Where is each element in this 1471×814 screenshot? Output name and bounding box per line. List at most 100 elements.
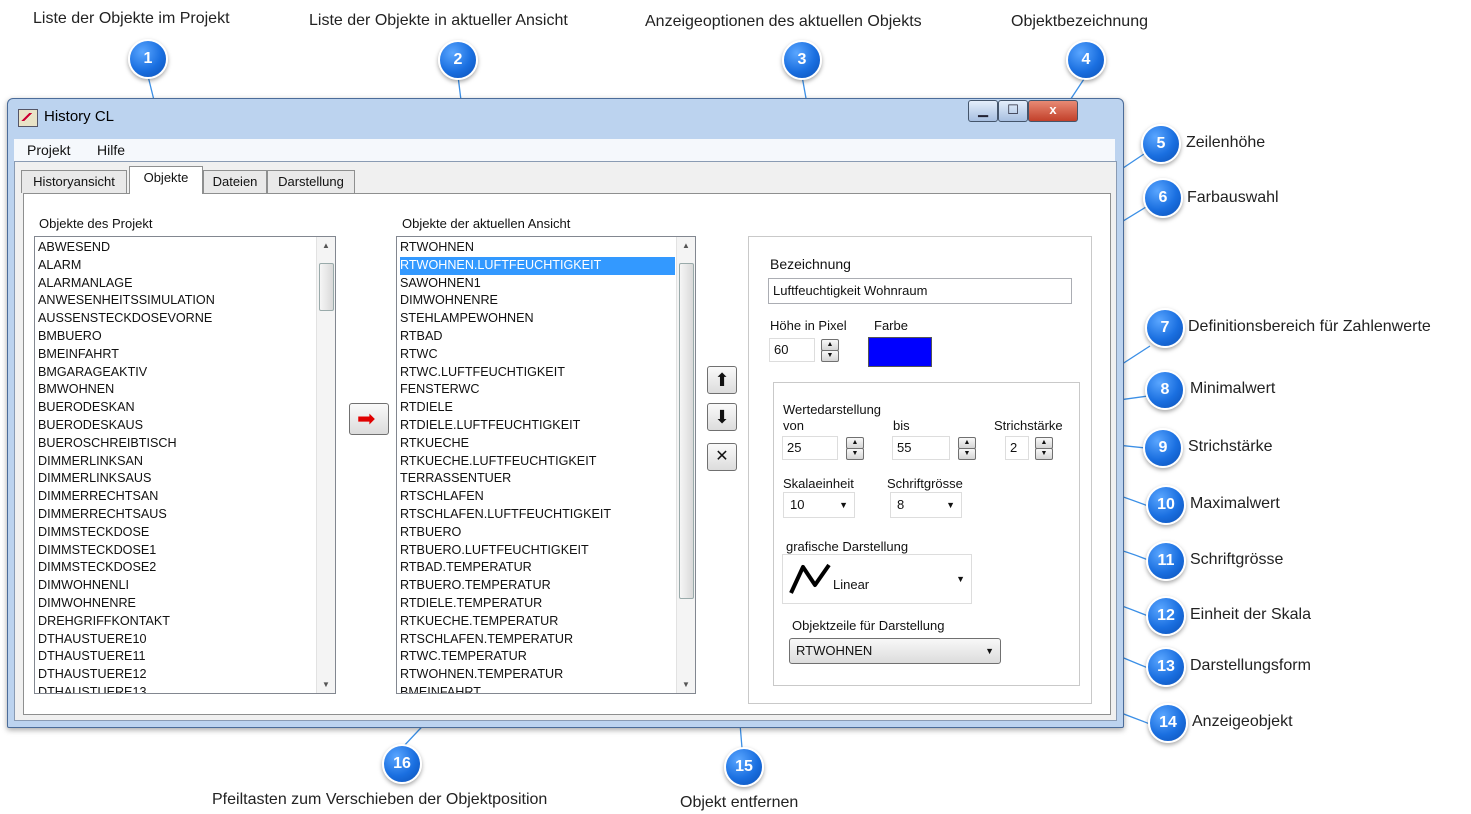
- list-item[interactable]: TERRASSENTUER: [400, 470, 675, 488]
- move-up-button[interactable]: ⬆: [707, 366, 737, 394]
- scroll-thumb[interactable]: [679, 263, 694, 599]
- strich-spinner[interactable]: ▲ ▼: [1035, 437, 1053, 460]
- spin-down-icon[interactable]: ▼: [821, 350, 839, 362]
- list-item[interactable]: RTWOHNEN: [400, 239, 675, 257]
- grafisch-select[interactable]: Linear ▼: [782, 554, 972, 604]
- list-item[interactable]: DIMMERLINKSAN: [38, 453, 315, 471]
- view-objects-items: RTWOHNEN RTWOHNEN.LUFTFEUCHTIGKEIT SAWOHNE…: [400, 239, 675, 693]
- list-item[interactable]: RTWC: [400, 346, 675, 364]
- list-item[interactable]: AUSSENSTECKDOSEVORNE: [38, 310, 315, 328]
- spin-down-icon[interactable]: ▼: [958, 448, 976, 460]
- list-item[interactable]: DREHGRIFFKONTAKT: [38, 613, 315, 631]
- list-item[interactable]: RTDIELE.TEMPERATUR: [400, 595, 675, 613]
- minimize-button[interactable]: ▁: [968, 100, 998, 122]
- objektzeile-select[interactable]: RTWOHNEN ▼: [789, 638, 1001, 664]
- list-item[interactable]: BMEINFAHRT: [38, 346, 315, 364]
- list-item[interactable]: DIMMERLINKSAUS: [38, 470, 315, 488]
- list-item[interactable]: RTBUERO.TEMPERATUR: [400, 577, 675, 595]
- close-button[interactable]: x: [1028, 100, 1078, 122]
- hoehe-input[interactable]: 60: [769, 338, 815, 362]
- list-item[interactable]: BMGARAGEAKTIV: [38, 364, 315, 382]
- list-item[interactable]: DIMMERRECHTSAUS: [38, 506, 315, 524]
- hoehe-spinner[interactable]: ▲ ▼: [821, 339, 839, 362]
- list-item[interactable]: RTSCHLAFEN: [400, 488, 675, 506]
- scroll-thumb[interactable]: [319, 263, 334, 311]
- spin-down-icon[interactable]: ▼: [1035, 448, 1053, 460]
- bis-spinner[interactable]: ▲ ▼: [958, 437, 976, 460]
- skala-select[interactable]: 10 ▼: [783, 492, 855, 518]
- list-item[interactable]: FENSTERWC: [400, 381, 675, 399]
- list-item[interactable]: RTDIELE.LUFTFEUCHTIGKEIT: [400, 417, 675, 435]
- scroll-up-icon[interactable]: ▲: [677, 237, 695, 254]
- right-list-scrollbar[interactable]: ▲ ▼: [676, 237, 695, 693]
- list-item[interactable]: RTWC.TEMPERATUR: [400, 648, 675, 666]
- list-item[interactable]: DIMMSTECKDOSE1: [38, 542, 315, 560]
- scroll-down-icon[interactable]: ▼: [317, 676, 335, 693]
- scroll-up-icon[interactable]: ▲: [317, 237, 335, 254]
- list-item[interactable]: STEHLAMPEWOHNEN: [400, 310, 675, 328]
- list-item[interactable]: BUEROSCHREIBTISCH: [38, 435, 315, 453]
- list-item[interactable]: RTKUECHE: [400, 435, 675, 453]
- spin-down-icon[interactable]: ▼: [846, 448, 864, 460]
- left-list-scrollbar[interactable]: ▲ ▼: [316, 237, 335, 693]
- list-item[interactable]: BMWOHNEN: [38, 381, 315, 399]
- tab-darstellung[interactable]: Darstellung: [267, 170, 355, 193]
- list-item[interactable]: DIMMSTECKDOSE: [38, 524, 315, 542]
- color-swatch[interactable]: [868, 337, 932, 367]
- list-item[interactable]: RTBUERO.LUFTFEUCHTIGKEIT: [400, 542, 675, 560]
- bezeichnung-input[interactable]: Luftfeuchtigkeit Wohnraum: [768, 278, 1072, 304]
- list-item[interactable]: BUERODESKAN: [38, 399, 315, 417]
- list-item[interactable]: SAWOHNEN1: [400, 275, 675, 293]
- menu-projekt[interactable]: Projekt: [27, 142, 71, 158]
- list-item[interactable]: RTBAD: [400, 328, 675, 346]
- tab-objekte[interactable]: Objekte: [129, 166, 203, 194]
- remove-object-button[interactable]: ✕: [707, 443, 737, 471]
- list-item[interactable]: DTHAUSTUERE10: [38, 631, 315, 649]
- list-item[interactable]: BMBUERO: [38, 328, 315, 346]
- list-item[interactable]: DIMMSTECKDOSE2: [38, 559, 315, 577]
- list-item[interactable]: RTSCHLAFEN.LUFTFEUCHTIGKEIT: [400, 506, 675, 524]
- list-item[interactable]: ABWESEND: [38, 239, 315, 257]
- list-item[interactable]: BUERODESKAUS: [38, 417, 315, 435]
- project-objects-list[interactable]: ABWESEND ALARM ALARMANLAGE ANWESENHEITSSIMU…: [34, 236, 336, 694]
- bis-input[interactable]: 55: [892, 436, 950, 460]
- list-item[interactable]: DIMWOHNENLI: [38, 577, 315, 595]
- list-item[interactable]: RTWOHNEN.LUFTFEUCHTIGKEIT: [400, 256, 675, 275]
- callout-13-badge: 13: [1146, 647, 1186, 687]
- list-item[interactable]: BMEINFAHRT: [400, 684, 675, 693]
- list-item[interactable]: DIMWOHNENRE: [38, 595, 315, 613]
- list-item[interactable]: ALARMANLAGE: [38, 275, 315, 293]
- menu-hilfe[interactable]: Hilfe: [97, 142, 125, 158]
- list-item[interactable]: RTBUERO: [400, 524, 675, 542]
- list-item[interactable]: RTSCHLAFEN.TEMPERATUR: [400, 631, 675, 649]
- von-input[interactable]: 25: [782, 436, 838, 460]
- list-item[interactable]: RTWC.LUFTFEUCHTIGKEIT: [400, 364, 675, 382]
- arrow-up-icon: ⬆: [714, 370, 730, 390]
- move-down-button[interactable]: ⬇: [707, 403, 737, 431]
- von-spinner[interactable]: ▲ ▼: [846, 437, 864, 460]
- callout-10-text: Maximalwert: [1190, 495, 1280, 512]
- chevron-down-icon: ▼: [956, 574, 965, 584]
- list-item[interactable]: ALARM: [38, 257, 315, 275]
- tab-dateien[interactable]: Dateien: [203, 170, 267, 193]
- list-item[interactable]: RTWOHNEN.TEMPERATUR: [400, 666, 675, 684]
- list-item[interactable]: RTDIELE: [400, 399, 675, 417]
- list-item[interactable]: DTHAUSTUERE13: [38, 684, 315, 693]
- list-item[interactable]: DIMWOHNENRE: [400, 292, 675, 310]
- list-item[interactable]: RTBAD.TEMPERATUR: [400, 559, 675, 577]
- add-to-view-button[interactable]: ➡: [349, 403, 389, 435]
- schrift-select[interactable]: 8 ▼: [890, 492, 962, 518]
- list-item[interactable]: DTHAUSTUERE12: [38, 666, 315, 684]
- list-item[interactable]: ANWESENHEITSSIMULATION: [38, 292, 315, 310]
- strich-input[interactable]: 2: [1005, 436, 1029, 460]
- tab-historyansicht[interactable]: Historyansicht: [21, 170, 127, 193]
- list-item[interactable]: DTHAUSTUERE11: [38, 648, 315, 666]
- title-bar[interactable]: History CL ▁ ☐ x: [8, 99, 1123, 135]
- list-item[interactable]: RTKUECHE.LUFTFEUCHTIGKEIT: [400, 453, 675, 471]
- maximize-button[interactable]: ☐: [998, 100, 1028, 122]
- list-item[interactable]: DIMMERRECHTSAN: [38, 488, 315, 506]
- scroll-down-icon[interactable]: ▼: [677, 676, 695, 693]
- callout-8-text: Minimalwert: [1190, 380, 1276, 397]
- list-item[interactable]: RTKUECHE.TEMPERATUR: [400, 613, 675, 631]
- view-objects-list[interactable]: RTWOHNEN RTWOHNEN.LUFTFEUCHTIGKEIT SAWOHNE…: [396, 236, 696, 694]
